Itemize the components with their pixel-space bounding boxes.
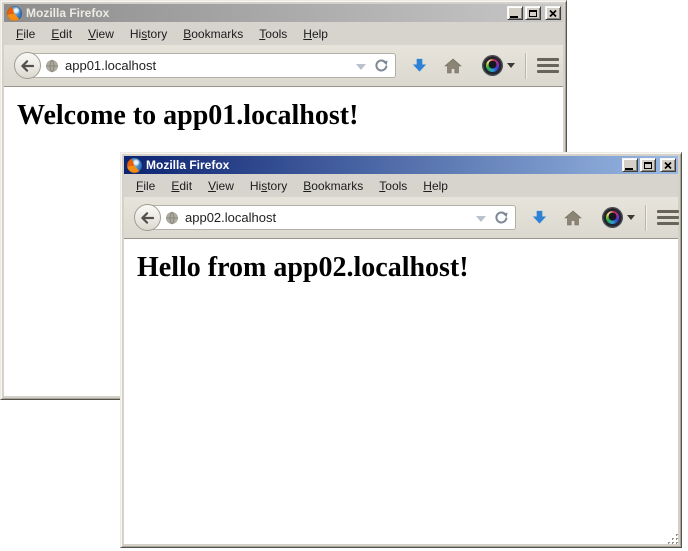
window-controls: [622, 158, 676, 172]
reload-icon[interactable]: [494, 210, 509, 225]
maximize-button[interactable]: [525, 6, 541, 20]
firefox-logo-icon[interactable]: [7, 6, 22, 21]
page-heading: Hello from app02.localhost!: [137, 252, 678, 284]
menu-bar: File Edit View History Bookmarks Tools H…: [124, 174, 678, 197]
minimize-button[interactable]: [507, 6, 523, 20]
menu-help[interactable]: Help: [415, 176, 456, 196]
download-button[interactable]: [531, 209, 548, 226]
menu-view[interactable]: View: [80, 24, 122, 44]
close-button[interactable]: [545, 6, 561, 20]
minimize-icon: [625, 168, 633, 170]
back-button[interactable]: [14, 52, 41, 79]
navigation-toolbar: app02.localhost: [124, 197, 678, 239]
back-button[interactable]: [134, 204, 161, 231]
menu-hamburger-icon: [657, 210, 679, 213]
url-bar[interactable]: app02.localhost: [148, 205, 516, 230]
dropdown-icon[interactable]: [476, 216, 486, 222]
browser-window-app02: Mozilla Firefox File Edit View History B…: [120, 152, 682, 548]
menu-hamburger-button[interactable]: [657, 210, 679, 225]
dropdown-icon[interactable]: [356, 64, 366, 70]
menu-view[interactable]: View: [200, 176, 242, 196]
globe-icon[interactable]: [45, 59, 59, 73]
menu-file[interactable]: File: [128, 176, 163, 196]
menu-hamburger-icon: [537, 58, 559, 61]
back-icon: [21, 60, 34, 72]
download-icon: [411, 57, 428, 74]
menu-help[interactable]: Help: [295, 24, 336, 44]
page-heading: Welcome to app01.localhost!: [17, 100, 563, 132]
navigation-toolbar: app01.localhost: [4, 45, 563, 87]
menu-edit[interactable]: Edit: [163, 176, 200, 196]
window-title: Mozilla Firefox: [26, 6, 507, 20]
menu-hamburger-button[interactable]: [537, 58, 559, 73]
home-button[interactable]: [444, 58, 462, 74]
menu-bookmarks[interactable]: Bookmarks: [295, 176, 371, 196]
toolbar-separator: [525, 53, 526, 79]
url-input[interactable]: app01.localhost: [65, 58, 352, 73]
home-icon: [444, 58, 462, 74]
menu-bookmarks[interactable]: Bookmarks: [175, 24, 251, 44]
window-title: Mozilla Firefox: [146, 158, 622, 172]
reload-icon[interactable]: [374, 58, 389, 73]
colorwheel-icon: [483, 56, 502, 75]
close-button[interactable]: [660, 158, 676, 172]
url-input[interactable]: app02.localhost: [185, 210, 472, 225]
globe-icon[interactable]: [165, 211, 179, 225]
url-bar[interactable]: app01.localhost: [28, 53, 396, 78]
menu-tools[interactable]: Tools: [251, 24, 295, 44]
close-icon: [549, 10, 557, 17]
download-icon: [531, 209, 548, 226]
minimize-icon: [510, 16, 518, 18]
maximize-icon: [529, 10, 537, 17]
titlebar[interactable]: Mozilla Firefox: [4, 4, 563, 22]
resize-grip[interactable]: [667, 533, 680, 546]
menu-file[interactable]: File: [8, 24, 43, 44]
window-controls: [507, 6, 561, 20]
download-button[interactable]: [411, 57, 428, 74]
addon-colorwheel-button[interactable]: [603, 208, 635, 227]
menu-tools[interactable]: Tools: [371, 176, 415, 196]
home-button[interactable]: [564, 210, 582, 226]
menu-history[interactable]: History: [242, 176, 295, 196]
colorwheel-icon: [603, 208, 622, 227]
firefox-logo-icon[interactable]: [127, 158, 142, 173]
menu-history[interactable]: History: [122, 24, 175, 44]
desktop: { "colors": { "active_title_gradient_sta…: [0, 0, 688, 551]
maximize-button[interactable]: [640, 158, 656, 172]
maximize-icon: [644, 162, 652, 169]
close-icon: [664, 162, 672, 169]
toolbar-separator: [645, 205, 646, 231]
minimize-button[interactable]: [622, 158, 638, 172]
addon-colorwheel-button[interactable]: [483, 56, 515, 75]
home-icon: [564, 210, 582, 226]
titlebar[interactable]: Mozilla Firefox: [124, 156, 678, 174]
menu-bar: File Edit View History Bookmarks Tools H…: [4, 22, 563, 45]
caret-down-icon: [507, 63, 515, 68]
back-icon: [141, 212, 154, 224]
caret-down-icon: [627, 215, 635, 220]
menu-edit[interactable]: Edit: [43, 24, 80, 44]
page-content: Hello from app02.localhost!: [124, 239, 678, 544]
